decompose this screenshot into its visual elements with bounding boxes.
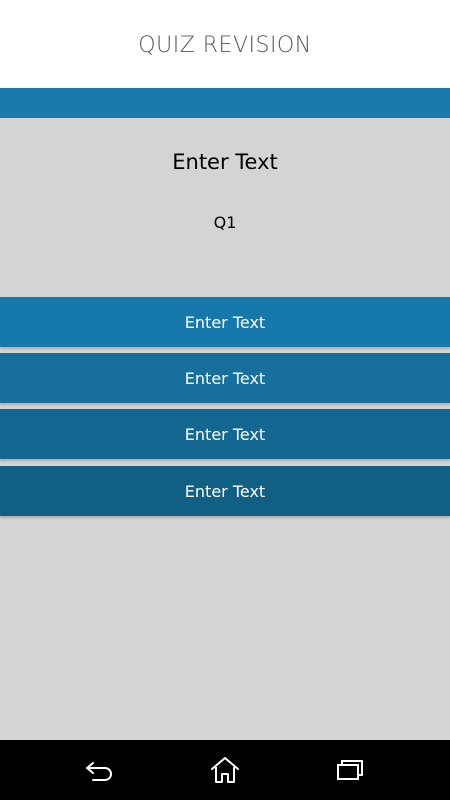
back-button[interactable] (75, 752, 125, 788)
answer-button-2[interactable]: Enter Text (0, 353, 450, 403)
system-navbar (0, 740, 450, 800)
recents-button[interactable] (325, 752, 375, 788)
back-icon (86, 762, 112, 781)
answer-label-4: Enter Text (184, 481, 266, 501)
answer-button-4[interactable]: Enter Text (0, 466, 450, 516)
answer-button-1[interactable]: Enter Text (0, 297, 450, 347)
answer-label-2: Enter Text (184, 368, 266, 388)
app-header: QUIZ REVISION (0, 0, 450, 88)
home-button[interactable] (200, 752, 250, 788)
accent-bar (0, 88, 450, 118)
answer-button-3[interactable]: Enter Text (0, 409, 450, 459)
question-panel: Enter Text Q1 (0, 118, 450, 296)
home-icon (211, 757, 239, 783)
quiz-screen: QUIZ REVISION Enter Text Q1 Enter Text E… (0, 0, 450, 800)
recents-icon (337, 760, 363, 780)
answer-label-1: Enter Text (184, 312, 266, 332)
answer-label-3: Enter Text (184, 424, 266, 444)
app-title: QUIZ REVISION (138, 32, 312, 58)
question-text: Enter Text (172, 150, 278, 174)
question-number: Q1 (213, 213, 237, 232)
